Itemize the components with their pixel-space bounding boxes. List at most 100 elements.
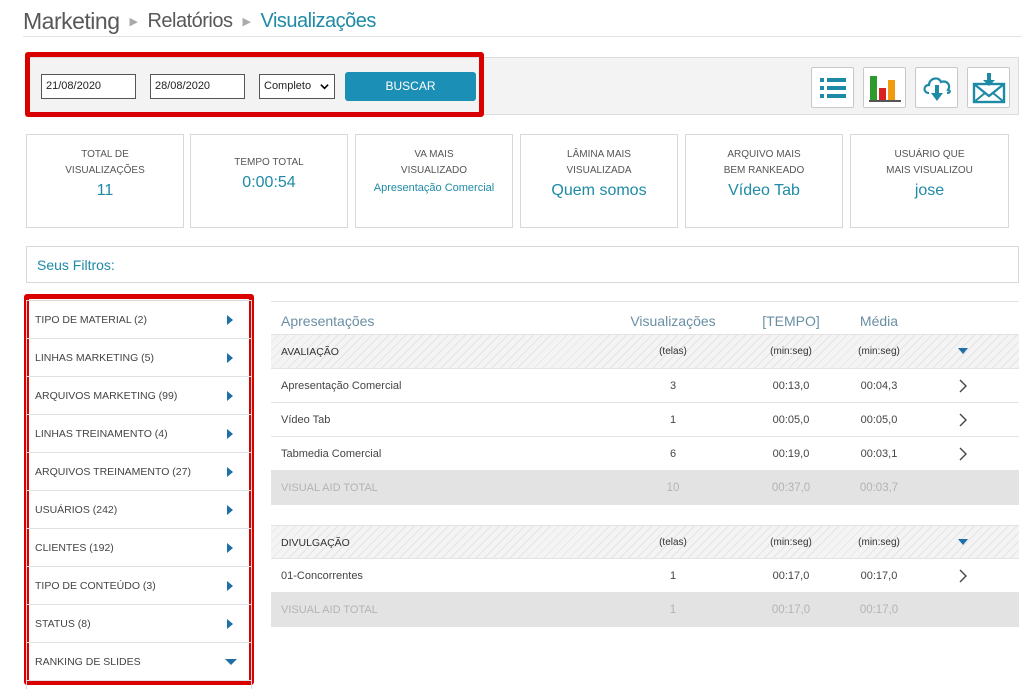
group-row-avaliacao[interactable]: AVALIAÇÃO (telas) (min:seg) (min:seg) <box>271 335 1019 369</box>
header-divider <box>23 36 1022 37</box>
table-row[interactable]: Tabmedia Comercial 6 00:19,0 00:03,1 <box>271 437 1019 471</box>
chevron-right-icon <box>227 580 233 591</box>
stat-title-line: TEMPO TOTAL <box>234 157 304 168</box>
list-view-button[interactable] <box>811 67 854 108</box>
highlight-filter-box <box>25 52 484 117</box>
unit-label: (min:seg) <box>858 346 900 357</box>
stat-card-total-time: TEMPO TOTAL 0:00:54 <box>190 134 348 228</box>
download-button[interactable] <box>915 67 958 108</box>
row-media: 00:03,1 <box>860 448 898 460</box>
sidebar-item-label: USUÁRIOS (242) <box>35 503 118 516</box>
collapse-toggle[interactable] <box>953 526 973 560</box>
filter-sidebar: TIPO DE MATERIAL (2) LINHAS MARKETING (5… <box>26 300 252 689</box>
results-table: Apresentações Visualizações [TEMPO] Médi… <box>271 301 1019 627</box>
total-media: 00:17,0 <box>859 604 899 616</box>
table-row[interactable]: Apresentação Comercial 3 00:13,0 00:04,3 <box>271 369 1019 403</box>
sidebar-item-tipo-conteudo[interactable]: TIPO DE CONTEÚDO (3) <box>27 567 251 605</box>
stat-value: 0:00:54 <box>242 174 296 191</box>
collapse-toggle[interactable] <box>953 335 973 369</box>
table-row[interactable]: 01-Concorrentes 1 00:17,0 00:17,0 <box>271 559 1019 593</box>
total-row: VISUAL AID TOTAL 10 00:37,0 00:03,7 <box>271 471 1019 505</box>
group-row-divulgacao[interactable]: DIVULGAÇÃO (telas) (min:seg) (min:seg) <box>271 525 1019 559</box>
table-row[interactable]: Vídeo Tab 1 00:05,0 00:05,0 <box>271 403 1019 437</box>
stat-card-total-views: TOTAL DE VISUALIZAÇÕES 11 <box>26 134 184 228</box>
row-detail-button[interactable] <box>953 403 973 437</box>
chevron-right-icon <box>959 569 967 583</box>
sidebar-item-clientes[interactable]: CLIENTES (192) <box>27 529 251 567</box>
row-views: 6 <box>669 448 677 460</box>
page-title: Visualizações <box>260 9 376 32</box>
sidebar-item-arquivos-marketing[interactable]: ARQUIVOS MARKETING (99) <box>27 377 251 415</box>
stat-title-line: LÂMINA MAIS <box>567 149 631 160</box>
total-tempo: 00:37,0 <box>771 482 811 494</box>
sidebar-item-label: LINHAS MARKETING (5) <box>35 351 155 364</box>
row-name: Apresentação Comercial <box>281 380 402 392</box>
row-detail-button[interactable] <box>953 369 973 403</box>
row-views: 1 <box>669 570 677 582</box>
table-header: Apresentações Visualizações [TEMPO] Médi… <box>271 301 1019 335</box>
stat-title-line: VISUALIZADO <box>400 165 468 176</box>
sidebar-item-label: ARQUIVOS MARKETING (99) <box>35 389 178 402</box>
chevron-right-icon <box>227 390 233 401</box>
unit-label: (min:seg) <box>770 346 812 357</box>
stat-title-line: VISUALIZADA <box>566 165 632 176</box>
sidebar-item-label: LINHAS TREINAMENTO (4) <box>35 427 168 440</box>
row-detail-button[interactable] <box>953 437 973 471</box>
stat-card-top-file: ARQUIVO MAIS BEM RANKEADO Vídeo Tab <box>685 134 843 228</box>
total-media: 00:03,7 <box>859 482 899 494</box>
cloud-download-icon <box>922 76 951 101</box>
group-name: AVALIAÇÃO <box>281 346 339 358</box>
email-button[interactable] <box>967 67 1010 108</box>
row-views: 1 <box>669 414 677 426</box>
sidebar-item-label: CLIENTES (192) <box>35 541 114 554</box>
bar-chart-icon <box>868 75 901 102</box>
sidebar-item-status[interactable]: STATUS (8) <box>27 605 251 643</box>
chevron-right-icon: ▶ <box>129 15 138 28</box>
stat-title-line: BEM RANKEADO <box>723 165 805 176</box>
stat-card-top-va: VA MAIS VISUALIZADO Apresentação Comercia… <box>355 134 513 228</box>
row-tempo: 00:19,0 <box>772 448 810 460</box>
row-tempo: 00:17,0 <box>772 570 810 582</box>
row-name: Vídeo Tab <box>281 414 331 426</box>
email-icon <box>972 72 1005 103</box>
breadcrumb-marketing[interactable]: Marketing <box>23 8 120 35</box>
row-media: 00:04,3 <box>860 380 898 392</box>
row-name: 01-Concorrentes <box>281 570 363 582</box>
row-detail-button[interactable] <box>953 559 973 593</box>
chevron-right-icon <box>227 542 233 553</box>
sidebar-item-usuarios[interactable]: USUÁRIOS (242) <box>27 491 251 529</box>
total-label: VISUAL AID TOTAL <box>281 604 378 616</box>
row-media: 00:17,0 <box>860 570 898 582</box>
breadcrumb-relatorios[interactable]: Relatórios <box>147 10 233 33</box>
chevron-right-icon <box>959 413 967 427</box>
sidebar-item-label: ARQUIVOS TREINAMENTO (27) <box>35 465 191 478</box>
group-name: DIVULGAÇÃO <box>281 537 350 549</box>
total-views: 10 <box>666 482 680 494</box>
sidebar-item-ranking-slides[interactable]: RANKING DE SLIDES <box>27 643 251 681</box>
row-media: 00:05,0 <box>860 414 898 426</box>
chevron-right-icon <box>959 379 967 393</box>
row-tempo: 00:13,0 <box>772 380 810 392</box>
sidebar-item-arquivos-treinamento[interactable]: ARQUIVOS TREINAMENTO (27) <box>27 453 251 491</box>
total-label: VISUAL AID TOTAL <box>281 482 378 494</box>
chevron-right-icon: ▶ <box>242 15 251 28</box>
active-filters-bar: Seus Filtros: <box>26 246 1019 283</box>
stat-title-line: VISUALIZAÇÕES <box>65 165 145 176</box>
active-filters-label: Seus Filtros: <box>37 257 115 273</box>
stat-title-line: TOTAL DE <box>81 149 129 160</box>
chart-view-button[interactable] <box>863 67 906 108</box>
stat-value: jose <box>914 182 945 199</box>
stat-card-top-slide: LÂMINA MAIS VISUALIZADA Quem somos <box>520 134 678 228</box>
stat-title-line: VA MAIS <box>414 149 454 160</box>
chevron-right-icon <box>227 314 233 325</box>
unit-label: (telas) <box>659 346 687 357</box>
sidebar-item-tipo-material[interactable]: TIPO DE MATERIAL (2) <box>27 301 251 339</box>
sidebar-item-linhas-marketing[interactable]: LINHAS MARKETING (5) <box>27 339 251 377</box>
row-views: 3 <box>669 380 677 392</box>
stat-value: Quem somos <box>551 182 647 199</box>
stat-title-line: USUÁRIO QUE <box>894 149 965 160</box>
sidebar-item-linhas-treinamento[interactable]: LINHAS TREINAMENTO (4) <box>27 415 251 453</box>
unit-label: (telas) <box>659 537 687 548</box>
chevron-right-icon <box>959 447 967 461</box>
